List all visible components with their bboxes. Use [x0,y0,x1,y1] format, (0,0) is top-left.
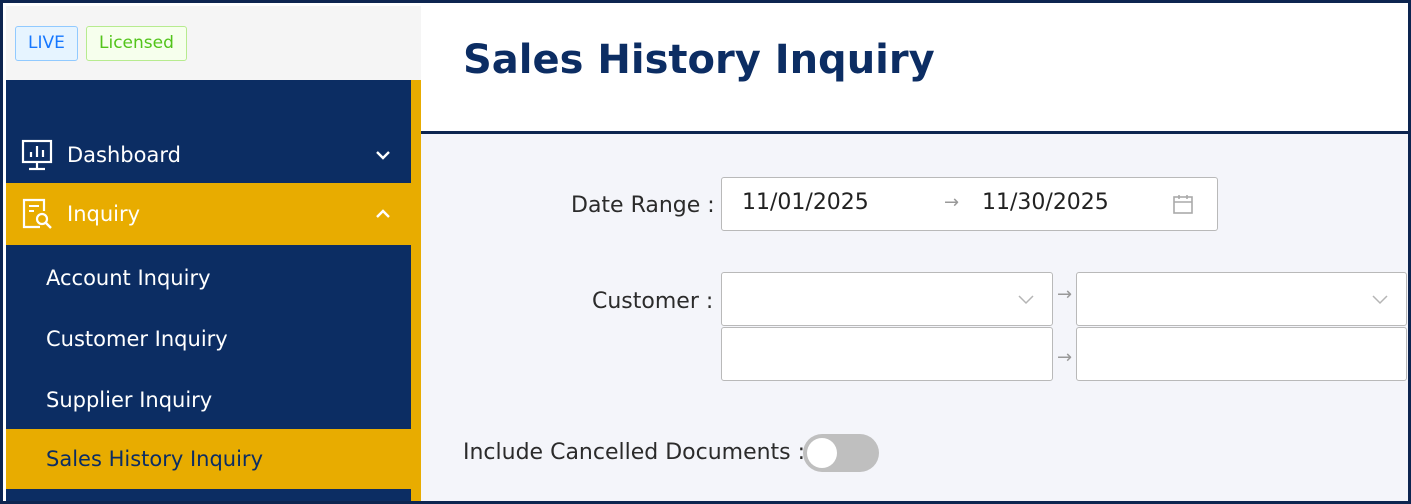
chevron-up-icon[interactable] [374,205,392,223]
range-arrow-icon: → [1057,284,1073,305]
sidebar-item-label: Dashboard [67,143,181,167]
live-badge: LIVE [15,26,78,61]
customer-from-name-field[interactable] [721,327,1053,381]
licensed-badge: Licensed [86,26,187,61]
sidebar: LIVE Licensed Dashboard Inquiry Account … [6,6,421,501]
app-frame: LIVE Licensed Dashboard Inquiry Account … [0,0,1411,504]
sidebar-item-label: Inquiry [67,202,141,226]
customer-to-name-field[interactable] [1076,327,1407,381]
customer-from-select[interactable] [721,272,1053,326]
main-content: Sales History Inquiry Date Range : 11/01… [421,6,1408,501]
license-bar: LIVE Licensed [6,6,421,80]
monitor-chart-icon [21,139,53,171]
range-arrow-icon: → [944,192,960,213]
sidebar-item-customer-inquiry[interactable]: Customer Inquiry [6,309,411,369]
range-arrow-icon: → [1057,347,1073,368]
date-range-label: Date Range : [571,193,715,218]
date-range-picker[interactable]: 11/01/2025 → 11/30/2025 [721,177,1218,231]
page-title: Sales History Inquiry [463,37,935,83]
chevron-down-icon [1018,295,1034,305]
page-header: Sales History Inquiry [421,6,1408,134]
sidebar-item-sales-history-inquiry[interactable]: Sales History Inquiry [6,429,411,489]
date-end-input[interactable]: 11/30/2025 [982,190,1109,215]
customer-to-select[interactable] [1076,272,1407,326]
sidebar-item-dashboard[interactable]: Dashboard [6,124,411,186]
search-document-icon [22,198,52,229]
sidebar-item-label: Supplier Inquiry [46,388,213,412]
sidebar-item-label: Sales History Inquiry [46,447,263,471]
date-start-input[interactable]: 11/01/2025 [742,190,869,215]
sidebar-item-supplier-inquiry[interactable]: Supplier Inquiry [6,370,411,430]
calendar-icon[interactable] [1172,193,1194,215]
include-cancelled-toggle[interactable] [803,434,879,472]
sidebar-item-account-inquiry[interactable]: Account Inquiry [6,248,411,308]
sidebar-scroll-rail [411,80,421,501]
sidebar-item-label: Customer Inquiry [46,327,228,351]
toggle-knob [807,438,837,468]
sidebar-item-inquiry[interactable]: Inquiry [6,183,411,245]
sidebar-item-label: Account Inquiry [46,266,211,290]
include-cancelled-label: Include Cancelled Documents : [463,440,806,465]
chevron-down-icon [1372,295,1388,305]
customer-label: Customer : [592,289,714,314]
chevron-down-icon[interactable] [374,146,392,164]
